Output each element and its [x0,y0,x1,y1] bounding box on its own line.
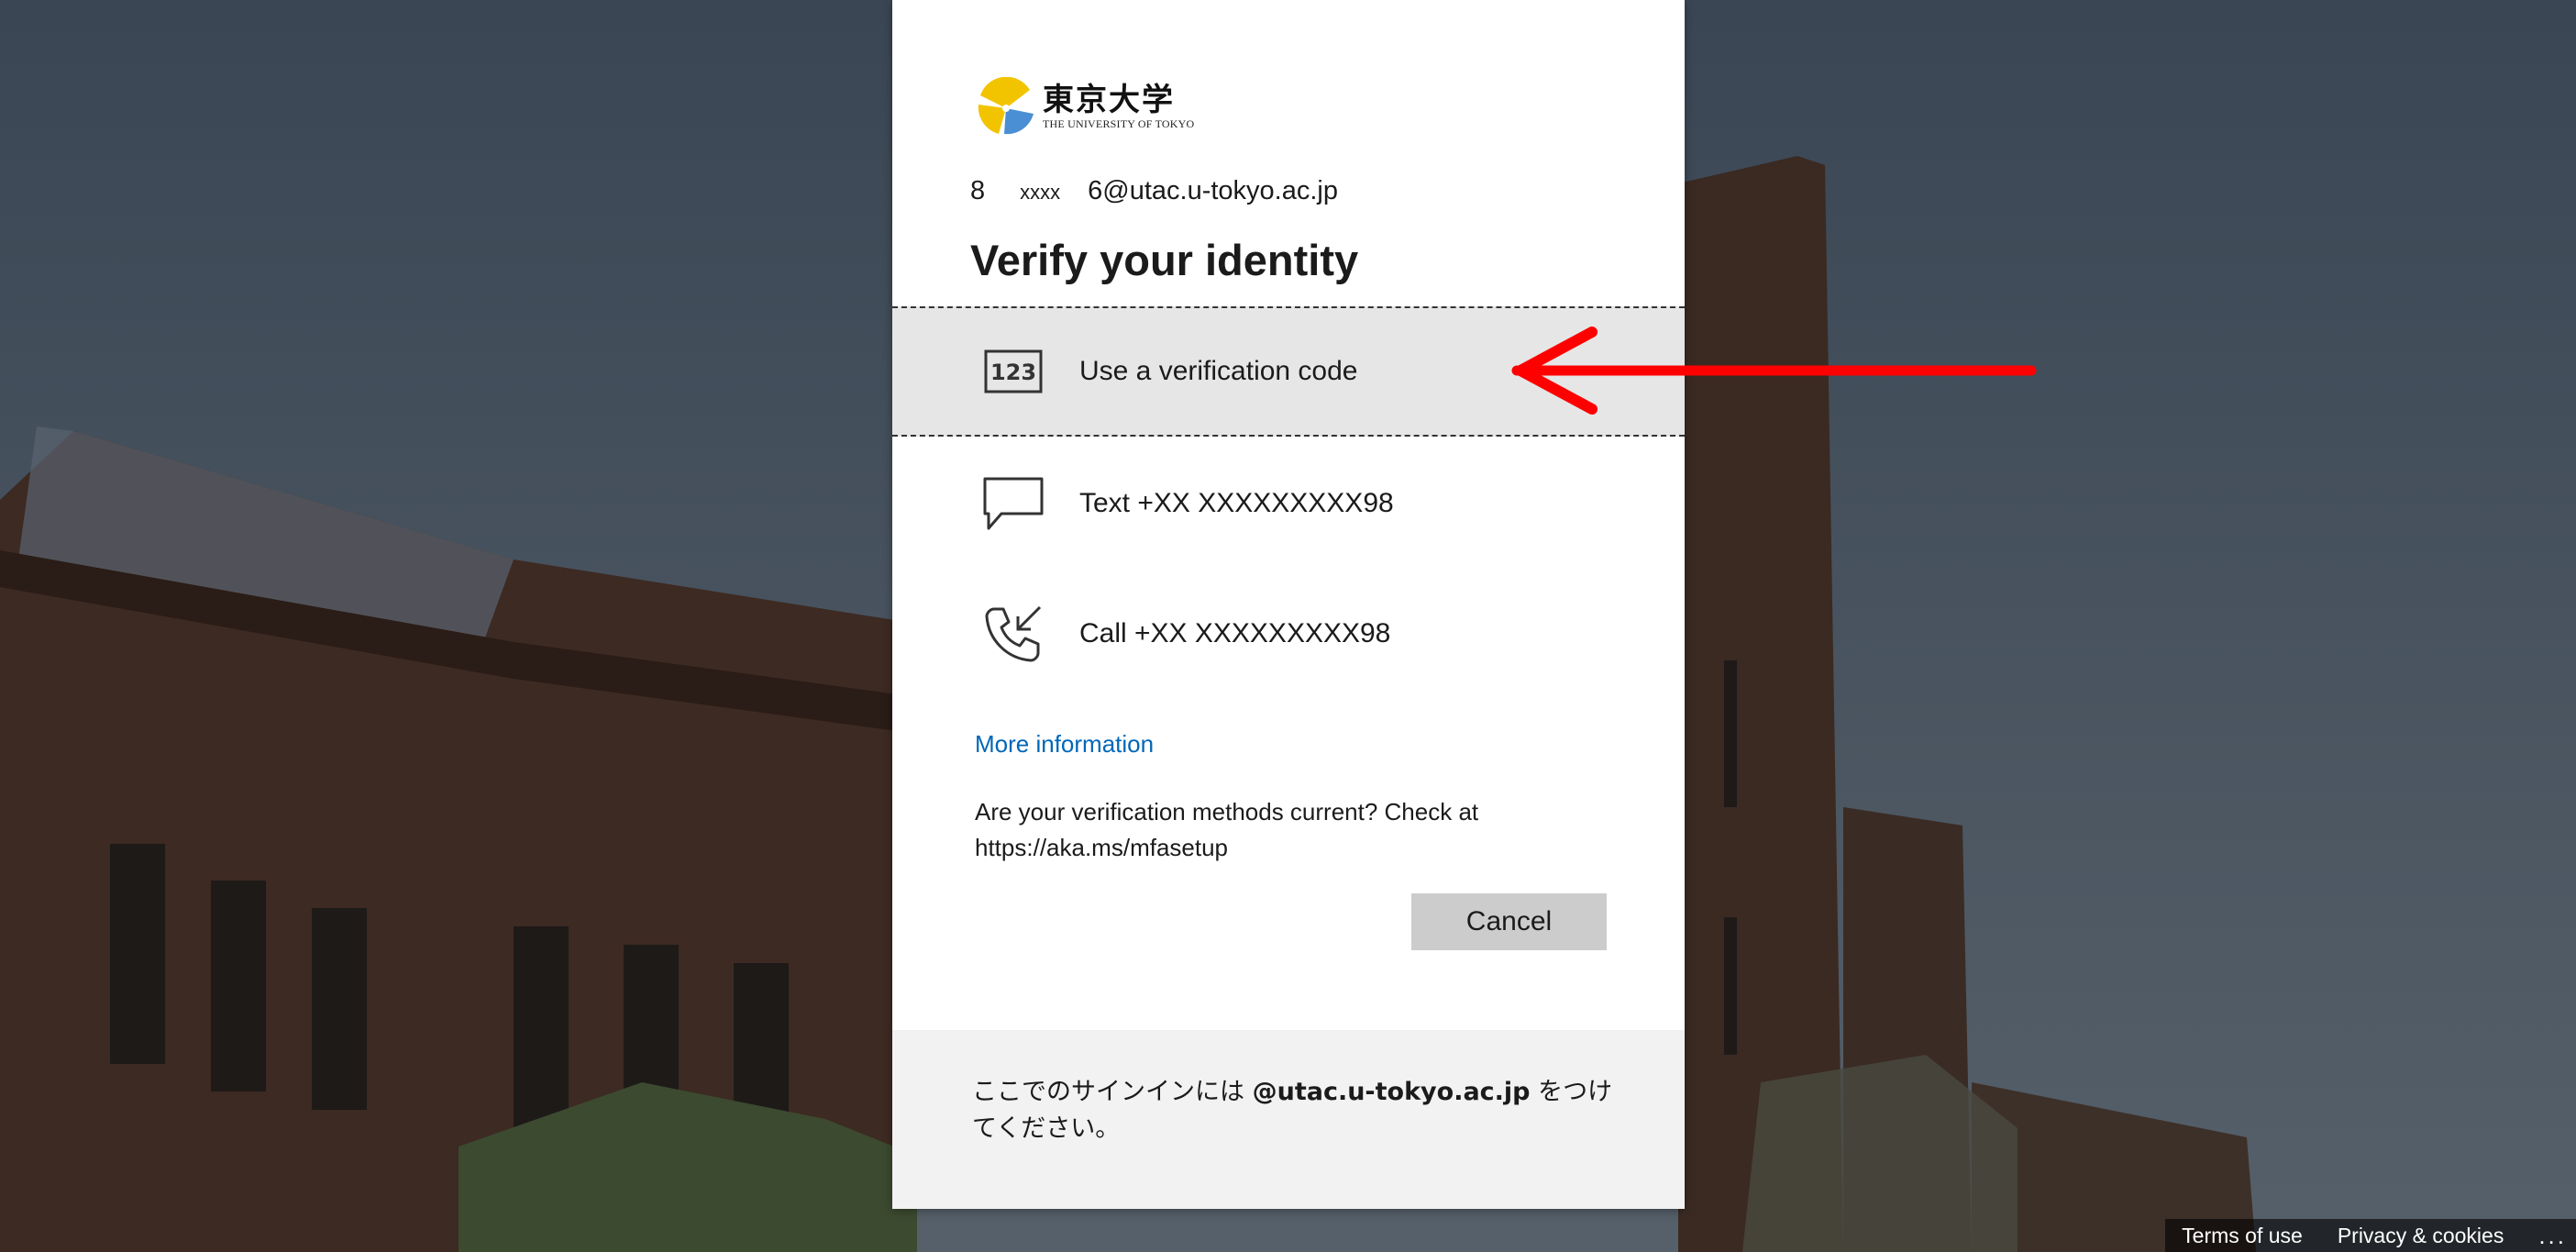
terms-of-use-link[interactable]: Terms of use [2182,1224,2303,1248]
option-label: Use a verification code [1079,356,1358,386]
page-footer: Terms of use Privacy & cookies ... [2165,1219,2576,1252]
ginkgo-leaf-icon [978,77,1034,135]
account-prefix: 8 [970,176,986,205]
verification-code-icon: 123 [980,342,1046,401]
logo-english-name: THE UNIVERSITY OF TOKYO [1043,116,1195,130]
sign-in-note: ここでのサインインには @utac.u-tokyo.ac.jp をつけてください… [972,1074,1614,1147]
sign-in-card: 東京大学 THE UNIVERSITY OF TOKYO 8 xxxx 6@utac… [892,0,1685,1209]
logo-japanese-name: 東京大学 [1043,81,1175,118]
account-mask: xxxx [1020,181,1061,204]
option-text-message[interactable]: Text +XX XXXXXXXXX98 [892,438,1685,569]
sign-in-note-panel: ここでのサインインには @utac.u-tokyo.ac.jp をつけてください… [892,1030,1685,1209]
note-before: ここでのサインインには [972,1078,1253,1106]
more-options-icon[interactable]: ... [2538,1224,2567,1247]
university-logo: 東京大学 THE UNIVERSITY OF TOKYO [977,77,1194,136]
account-suffix: 6@utac.u-tokyo.ac.jp [1088,176,1338,205]
account-identifier: 8 xxxx 6@utac.u-tokyo.ac.jp [970,176,1338,206]
option-phone-call[interactable]: Call +XX XXXXXXXXX98 [892,569,1685,699]
note-domain: @utac.u-tokyo.ac.jp [1252,1078,1531,1106]
more-information-link[interactable]: More information [975,730,1154,759]
option-label: Text +XX XXXXXXXXX98 [1079,488,1394,518]
svg-text:123: 123 [990,360,1036,385]
page-title: Verify your identity [970,236,1359,284]
privacy-cookies-link[interactable]: Privacy & cookies [2338,1224,2504,1248]
phone-call-icon [980,604,1046,663]
cancel-button[interactable]: Cancel [1411,893,1607,950]
option-label: Call +XX XXXXXXXXX98 [1079,618,1391,648]
verification-methods-note: Are your verification methods current? C… [975,798,1479,861]
option-verification-code[interactable]: 123 Use a verification code [892,306,1685,437]
chat-bubble-icon [980,474,1046,533]
